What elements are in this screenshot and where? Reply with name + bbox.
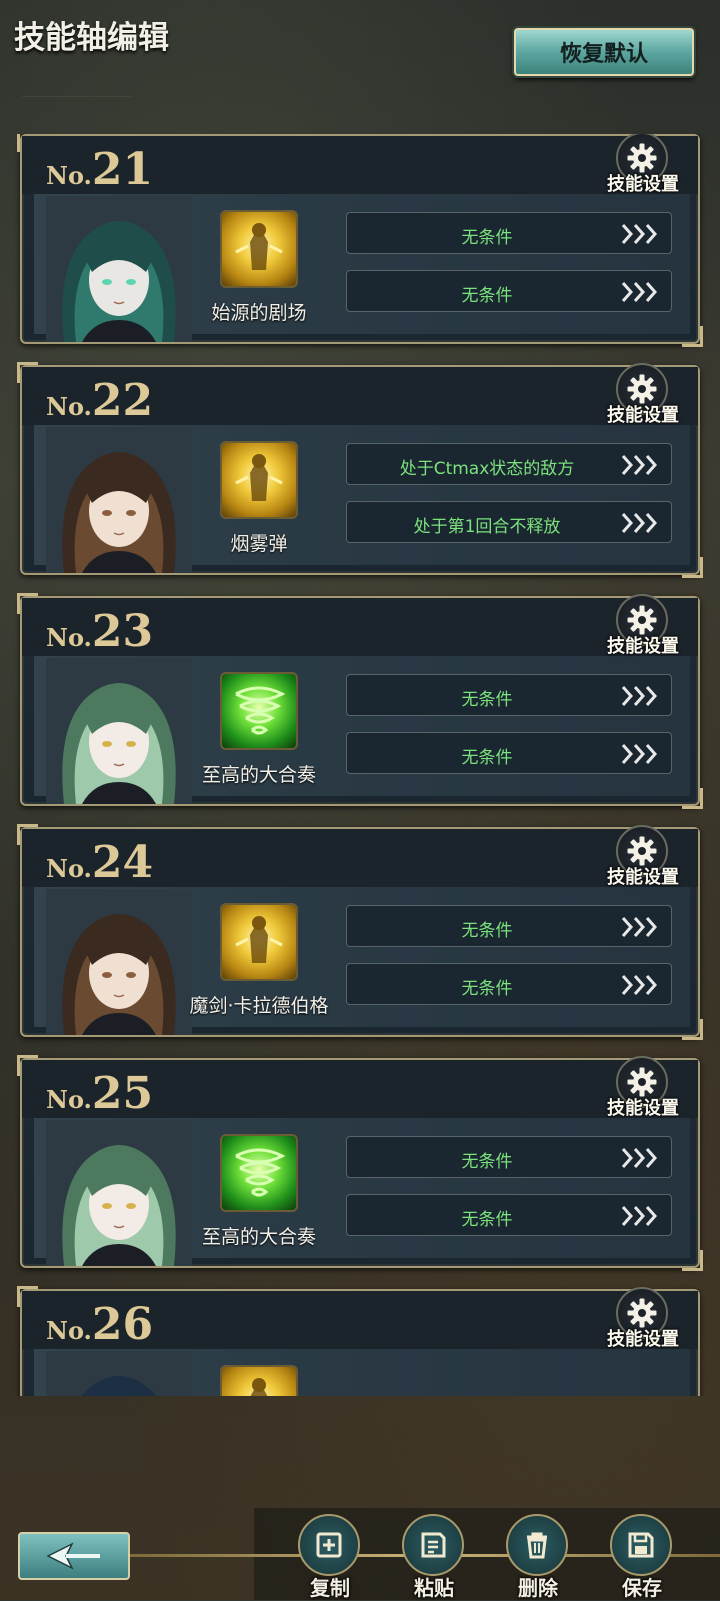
slot-number: No.24: [46, 837, 154, 888]
condition-button[interactable]: 无条件: [346, 212, 672, 254]
save-icon: [628, 1532, 654, 1558]
triple-arrow-icon: [621, 684, 661, 712]
copy-icon: [316, 1532, 342, 1558]
condition-label: 无条件: [461, 1152, 513, 1172]
skill-icon[interactable]: [220, 1134, 298, 1212]
skill-name: 魔剑·卡拉德伯格: [189, 995, 329, 1017]
skill-name: 始源的剧场: [211, 302, 307, 324]
character-portrait[interactable]: [46, 1120, 192, 1266]
skill-settings-label: 技能设置: [607, 1098, 679, 1119]
skill-icon[interactable]: [220, 903, 298, 981]
triple-arrow-icon: [621, 1204, 661, 1232]
character-portrait[interactable]: [46, 427, 192, 573]
triple-arrow-icon: [621, 973, 661, 1001]
skill-icon[interactable]: [220, 1365, 298, 1396]
triple-arrow-icon: [621, 511, 661, 539]
skill-name: 至高的大合奏: [201, 764, 316, 786]
condition-button[interactable]: 无条件: [346, 963, 672, 1005]
skill-name: 烟雾弹: [230, 533, 288, 555]
reset-default-button[interactable]: 恢复默认: [514, 28, 694, 76]
triple-arrow-icon: [621, 742, 661, 770]
skill-settings-button[interactable]: 技能设置: [602, 363, 684, 429]
triple-arrow-icon: [621, 222, 661, 250]
skill-slot-card[interactable]: No.24 魔剑·卡拉德伯格 无条件 无条件 技能设置: [17, 824, 703, 1040]
skill-name: 至高的大合奏: [201, 1226, 316, 1248]
condition-label: 处于第1回合不释放: [413, 517, 561, 537]
triple-arrow-icon: [621, 1146, 661, 1174]
condition-label: 无条件: [461, 921, 513, 941]
bottom-toolbar: 复制 粘贴 删除 保存: [0, 1508, 720, 1600]
condition-label: 无条件: [461, 1210, 513, 1230]
triple-arrow-icon: [621, 453, 661, 481]
skill-settings-button[interactable]: 技能设置: [602, 1287, 684, 1353]
skill-icon[interactable]: [220, 441, 298, 519]
condition-button[interactable]: 无条件: [346, 270, 672, 312]
skill-list[interactable]: No.21 始源的剧场 无条件 无条件 技能设置 No.22 烟雾弹 处于Ctm…: [0, 134, 720, 1396]
copy-label: 复制: [310, 1576, 350, 1600]
skill-slot-card[interactable]: No.26 技能设置: [17, 1286, 700, 1396]
skill-settings-button[interactable]: 技能设置: [602, 134, 684, 198]
triple-arrow-icon: [621, 915, 661, 943]
slot-number: No.21: [46, 144, 154, 195]
emblem-watermark: [22, 40, 132, 97]
paste-label: 粘贴: [414, 1576, 454, 1600]
delete-button[interactable]: 删除: [498, 1514, 578, 1600]
condition-label: 无条件: [461, 748, 513, 768]
skill-settings-label: 技能设置: [607, 636, 679, 657]
save-button[interactable]: 保存: [602, 1514, 682, 1600]
condition-label: 无条件: [461, 979, 513, 999]
condition-label: 无条件: [461, 286, 513, 306]
delete-label: 删除: [518, 1576, 558, 1600]
condition-button[interactable]: 处于Ctmax状态的敌方: [346, 443, 672, 485]
skill-icon[interactable]: [220, 210, 298, 288]
skill-settings-button[interactable]: 技能设置: [602, 825, 684, 891]
copy-button[interactable]: 复制: [290, 1514, 370, 1600]
condition-button[interactable]: 无条件: [346, 674, 672, 716]
skill-settings-label: 技能设置: [607, 405, 679, 426]
condition-button[interactable]: 无条件: [346, 732, 672, 774]
back-arrow-icon: [46, 1542, 100, 1570]
skill-icon[interactable]: [220, 672, 298, 750]
slot-number: No.26: [46, 1299, 154, 1350]
character-portrait[interactable]: [46, 1351, 192, 1396]
skill-slot-card[interactable]: No.21 始源的剧场 无条件 无条件 技能设置: [17, 134, 703, 347]
skill-settings-button[interactable]: 技能设置: [602, 594, 684, 660]
skill-slot-card[interactable]: No.25 至高的大合奏 无条件 无条件 技能设置: [17, 1055, 703, 1271]
skill-slot-card[interactable]: No.22 烟雾弹 处于Ctmax状态的敌方 处于第1回合不释放 技能设置: [17, 362, 703, 578]
character-portrait[interactable]: [46, 889, 192, 1035]
trash-icon: [527, 1532, 547, 1559]
character-portrait[interactable]: [46, 658, 192, 804]
condition-label: 处于Ctmax状态的敌方: [399, 459, 575, 479]
character-portrait[interactable]: [46, 196, 192, 342]
condition-button[interactable]: 无条件: [346, 905, 672, 947]
skill-settings-label: 技能设置: [607, 1329, 679, 1350]
triple-arrow-icon: [621, 280, 661, 308]
condition-label: 无条件: [461, 228, 513, 248]
paste-button[interactable]: 粘贴: [394, 1514, 474, 1600]
slot-number: No.25: [46, 1068, 154, 1119]
slot-number: No.23: [46, 606, 154, 657]
back-button[interactable]: [18, 1532, 130, 1580]
slot-number: No.22: [46, 375, 154, 426]
skill-settings-label: 技能设置: [607, 174, 679, 195]
skill-slot-card[interactable]: No.23 至高的大合奏 无条件 无条件 技能设置: [17, 593, 703, 809]
condition-button[interactable]: 无条件: [346, 1136, 672, 1178]
save-label: 保存: [622, 1576, 662, 1600]
condition-label: 无条件: [461, 690, 513, 710]
condition-button[interactable]: 无条件: [346, 1194, 672, 1236]
skill-settings-button[interactable]: 技能设置: [602, 1056, 684, 1122]
paste-icon: [421, 1532, 446, 1558]
condition-button[interactable]: 处于第1回合不释放: [346, 501, 672, 543]
skill-settings-label: 技能设置: [607, 867, 679, 888]
